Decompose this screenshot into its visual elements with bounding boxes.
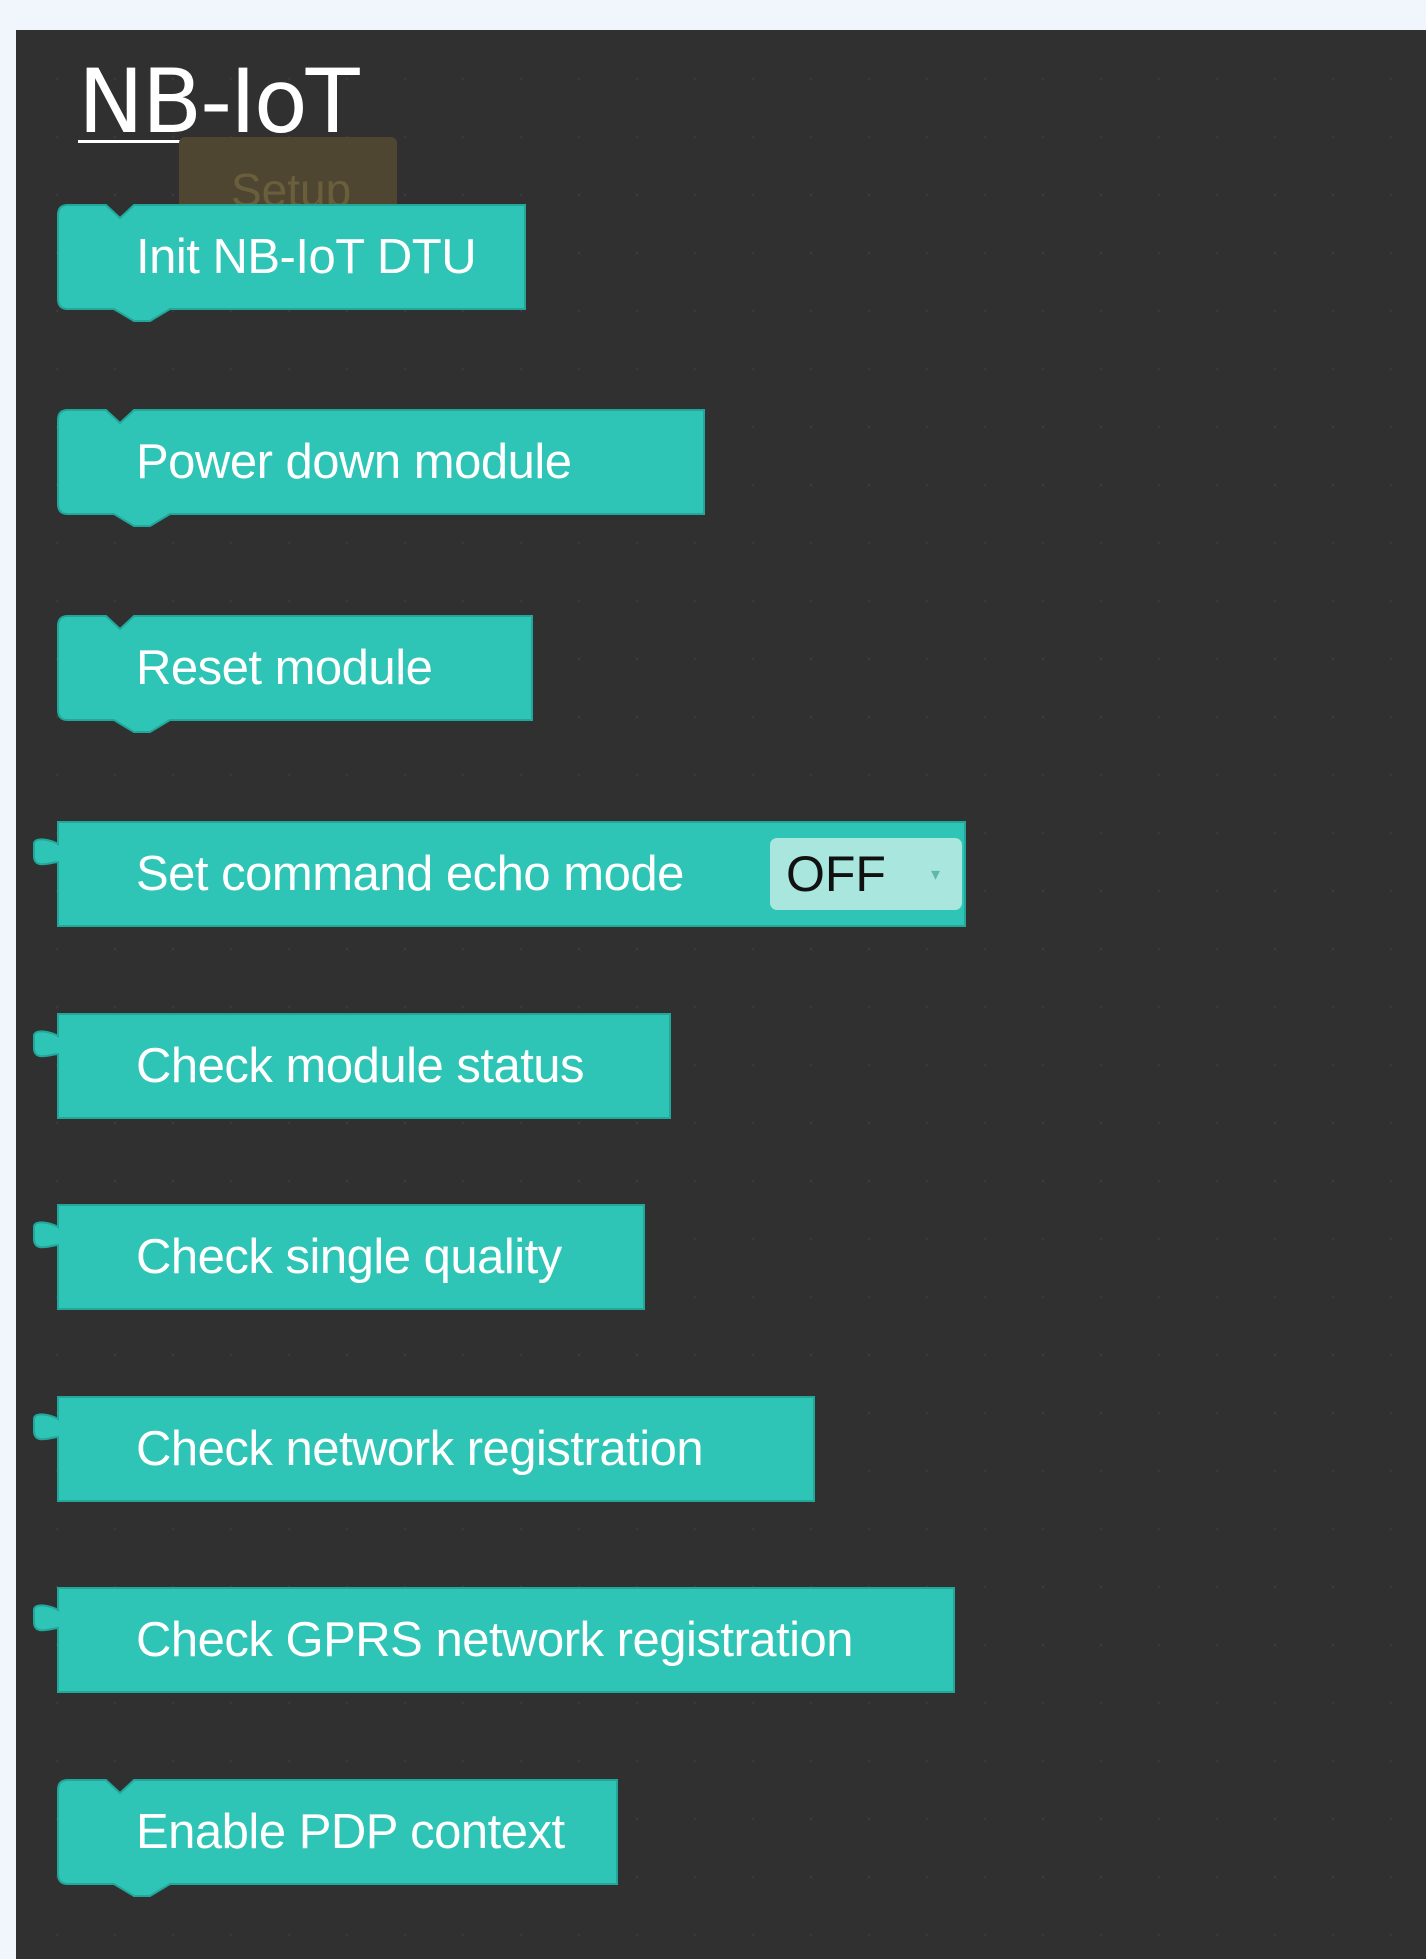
block-label: Init NB-IoT DTU	[136, 230, 477, 284]
dropdown-arrow-icon: ▾	[930, 864, 940, 884]
block-label: Set command echo mode	[136, 847, 684, 901]
block-check-gprs-network-registration[interactable]: Check GPRS network registration	[33, 1587, 955, 1693]
blockly-workspace[interactable]: NB-IoT Setup Init NB-IoT DTU Power down …	[16, 30, 1426, 1959]
block-label: Check GPRS network registration	[136, 1613, 854, 1667]
block-label: Enable PDP context	[136, 1805, 565, 1859]
echo-mode-value: OFF	[786, 846, 886, 902]
echo-mode-dropdown[interactable]: OFF ▾	[770, 838, 962, 910]
block-check-single-quality[interactable]: Check single quality	[33, 1204, 645, 1310]
block-check-network-registration[interactable]: Check network registration	[33, 1396, 815, 1502]
block-enable-pdp-context[interactable]: Enable PDP context	[57, 1779, 618, 1897]
block-set-command-echo-mode[interactable]: Set command echo mode OFF ▾	[33, 821, 966, 927]
block-label: Power down module	[136, 435, 572, 489]
block-init-nb-iot-dtu[interactable]: Init NB-IoT DTU	[57, 204, 526, 322]
block-label: Check network registration	[136, 1422, 704, 1476]
block-label: Reset module	[136, 641, 433, 695]
block-power-down-module[interactable]: Power down module	[57, 409, 705, 527]
block-reset-module[interactable]: Reset module	[57, 615, 533, 733]
block-label: Check module status	[136, 1039, 585, 1093]
block-label: Check single quality	[136, 1230, 562, 1284]
block-check-module-status[interactable]: Check module status	[33, 1013, 671, 1119]
